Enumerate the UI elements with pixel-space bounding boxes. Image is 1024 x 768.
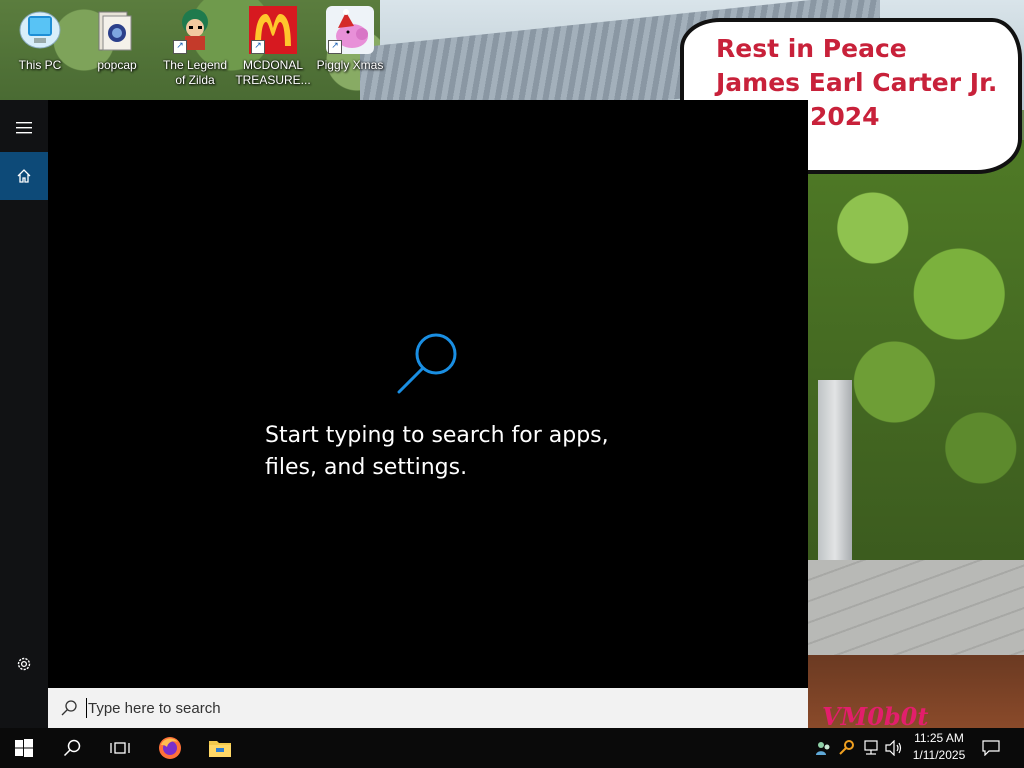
- tray-key-button[interactable]: [836, 728, 858, 768]
- piggly-xmas-icon: ↗: [326, 6, 374, 54]
- shortcut-arrow-icon: ↗: [251, 40, 265, 54]
- key-icon: [839, 740, 854, 755]
- desktop-icon-this-pc[interactable]: This PC: [2, 6, 78, 73]
- clock-time: 11:25 AM: [914, 731, 964, 745]
- start-button[interactable]: [0, 728, 48, 768]
- text-caret: [86, 698, 87, 718]
- people-icon: [816, 742, 830, 755]
- desktop-icon-piggly-xmas[interactable]: ↗ Piggly Xmas: [312, 6, 388, 73]
- desktop-icon-label: MCDONAL TREASURE...: [235, 58, 311, 87]
- settings-button[interactable]: [0, 640, 48, 688]
- mcdonalds-icon: ↗: [249, 6, 297, 54]
- search-icon: [61, 700, 77, 716]
- clock-date: 1/11/2025: [912, 748, 966, 762]
- wallpaper-walkway: [808, 560, 1024, 670]
- search-icon: [63, 739, 81, 757]
- tray-network-button[interactable]: [860, 728, 882, 768]
- firefox-taskbar-button[interactable]: [146, 728, 194, 768]
- shortcut-arrow-icon: ↗: [328, 40, 342, 54]
- taskbar-clock[interactable]: 11:25 AM 1/11/2025: [900, 730, 978, 764]
- this-pc-icon: [16, 6, 64, 54]
- bubble-line-1: Rest in Peace: [716, 34, 907, 63]
- desktop-icon-label: The Legend of Zilda: [162, 58, 228, 87]
- desktop-icon-mcdonald-treasure[interactable]: ↗ MCDONAL TREASURE...: [235, 6, 311, 88]
- network-icon: [864, 740, 878, 755]
- start-icon: [15, 739, 33, 757]
- desktop-icon-label: Piggly Xmas: [316, 58, 384, 72]
- bubble-line-3: 2024: [810, 102, 880, 131]
- task-view-icon: [110, 742, 130, 754]
- desktop-icon-label: popcap: [97, 58, 137, 72]
- gear-icon: [17, 657, 31, 671]
- task-view-button[interactable]: [96, 728, 144, 768]
- action-center-button[interactable]: [978, 728, 1004, 768]
- start-search-panel: Start typing to search for apps, files, …: [0, 100, 808, 728]
- search-input[interactable]: [88, 699, 688, 717]
- taskbar: 11:25 AM 1/11/2025: [0, 728, 1024, 768]
- popcap-icon: [93, 6, 141, 54]
- desktop-icon-popcap[interactable]: popcap: [79, 6, 155, 73]
- bubble-line-2: James Earl Carter Jr.: [716, 68, 998, 97]
- taskbar-search-box[interactable]: [48, 688, 808, 728]
- wallpaper-pillar: [818, 380, 852, 570]
- home-icon: [17, 169, 31, 183]
- hamburger-menu-button[interactable]: [0, 104, 48, 152]
- tray-people-button[interactable]: [812, 728, 834, 768]
- firefox-icon: [159, 737, 181, 759]
- home-button[interactable]: [0, 152, 48, 200]
- legend-of-zilda-icon: ↗: [171, 6, 219, 54]
- hamburger-icon: [16, 122, 32, 134]
- notification-icon: [982, 740, 1000, 756]
- file-explorer-icon: [209, 741, 231, 757]
- file-explorer-taskbar-button[interactable]: [196, 728, 244, 768]
- search-magnifier-icon: [397, 333, 457, 394]
- search-hint-text: Start typing to search for apps, files, …: [265, 423, 609, 480]
- shortcut-arrow-icon: ↗: [173, 40, 187, 54]
- desktop-icon-legend-of-zilda[interactable]: ↗ The Legend of Zilda: [157, 6, 233, 88]
- taskbar-search-button[interactable]: [48, 728, 96, 768]
- start-rail: [0, 100, 48, 728]
- wallpaper-watermark: VM0b0t: [822, 702, 929, 728]
- desktop-icon-label: This PC: [18, 58, 62, 72]
